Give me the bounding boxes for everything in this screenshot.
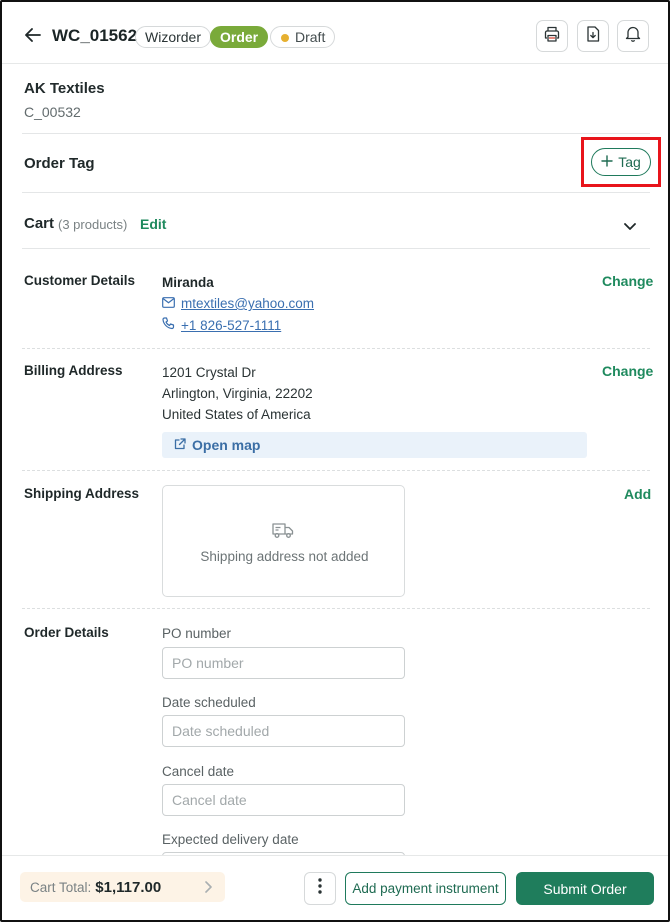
billing-address-label: Billing Address [24, 363, 123, 378]
shipping-empty-message: Shipping address not added [200, 549, 369, 564]
divider [22, 133, 650, 134]
divider [22, 248, 650, 249]
change-customer-button[interactable]: Change [602, 273, 653, 289]
customer-email: mtextiles@yahoo.com [181, 296, 315, 311]
bell-icon [625, 25, 641, 47]
customer-phone-link[interactable]: +1 826-527-1111 [162, 317, 281, 333]
customer-email-link[interactable]: mtextiles@yahoo.com [162, 296, 314, 311]
status-badge-label: Draft [295, 29, 326, 45]
cart-total-summary[interactable]: Cart Total: $1,117.00 [20, 872, 225, 902]
shipping-address-label: Shipping Address [24, 486, 140, 501]
customer-phone: +1 826-527-1111 [181, 317, 282, 333]
date-scheduled-label: Date scheduled [162, 695, 256, 710]
status-badge: Draft [270, 26, 336, 48]
app-frame: WC_01562 Wizorder Order Draft AK Textile… [0, 0, 670, 922]
add-tag-label: Tag [618, 154, 641, 170]
cart-product-count: (3 products) [58, 217, 128, 232]
order-details-label: Order Details [24, 625, 109, 640]
customer-code: C_00532 [24, 104, 81, 120]
truck-icon [272, 522, 294, 544]
submit-order-button[interactable]: Submit Order [516, 872, 654, 905]
add-payment-instrument-button[interactable]: Add payment instrument [345, 872, 506, 905]
cart-total-label: Cart Total: [30, 879, 92, 895]
customer-details-label: Customer Details [24, 273, 136, 288]
company-name: AK Textiles [24, 80, 105, 97]
source-badge: Wizorder [135, 26, 212, 48]
divider [22, 192, 650, 193]
customer-name: Miranda [162, 275, 214, 290]
cancel-date-input[interactable] [162, 784, 405, 816]
kebab-menu-icon [318, 878, 322, 899]
po-number-label: PO number [162, 626, 232, 641]
download-icon [586, 25, 600, 47]
billing-line-1: 1201 Crystal Dr [162, 365, 256, 380]
order-id-title: WC_01562 [52, 26, 138, 45]
plus-icon [601, 154, 613, 170]
download-button[interactable] [577, 20, 609, 52]
bottom-action-bar: Cart Total: $1,117.00 Add payment instru… [2, 855, 668, 920]
divider [22, 348, 650, 349]
phone-icon [162, 317, 175, 333]
open-map-button[interactable]: Open map [162, 432, 587, 458]
date-scheduled-input[interactable] [162, 715, 405, 747]
divider [22, 470, 650, 471]
notifications-button[interactable] [617, 20, 649, 52]
expected-delivery-label: Expected delivery date [162, 832, 299, 847]
printer-icon [544, 26, 560, 47]
print-button[interactable] [536, 20, 568, 52]
po-number-input[interactable] [162, 647, 405, 679]
chevron-right-icon [203, 880, 213, 899]
add-tag-button[interactable]: Tag [591, 148, 651, 176]
edit-cart-link[interactable]: Edit [140, 216, 166, 232]
mail-icon [162, 296, 175, 311]
external-link-icon [174, 437, 186, 453]
change-billing-button[interactable]: Change [602, 363, 653, 379]
billing-line-3: United States of America [162, 407, 311, 422]
more-options-button[interactable] [304, 872, 336, 905]
divider [22, 608, 650, 609]
order-tag-title: Order Tag [24, 155, 95, 172]
shipping-empty-state: Shipping address not added [162, 485, 405, 597]
chevron-down-icon[interactable] [620, 216, 640, 236]
back-arrow-icon[interactable] [20, 22, 46, 48]
cancel-date-label: Cancel date [162, 764, 235, 779]
billing-line-2: Arlington, Virginia, 22202 [162, 386, 313, 401]
order-type-badge: Order [210, 26, 269, 48]
cart-total-value: $1,117.00 [95, 878, 162, 896]
status-dot-icon [281, 34, 289, 42]
cart-title: Cart [24, 215, 55, 232]
open-map-label: Open map [192, 437, 261, 453]
add-shipping-button[interactable]: Add [624, 486, 651, 502]
top-bar: WC_01562 Wizorder Order Draft [2, 2, 668, 64]
